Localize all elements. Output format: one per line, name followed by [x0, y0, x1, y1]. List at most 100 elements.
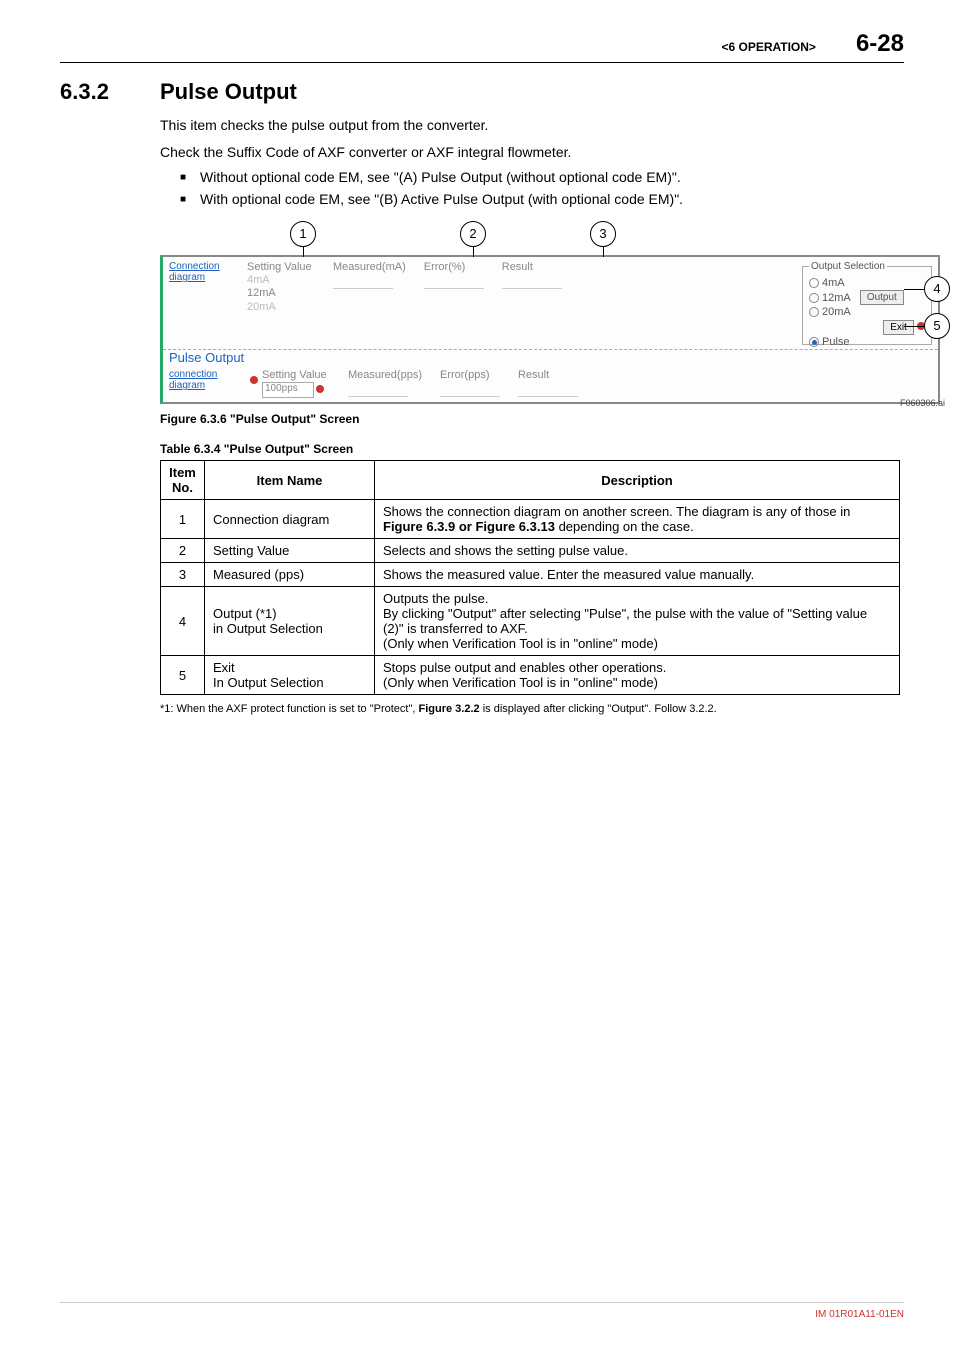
bullet-2: With optional code EM, see "(B) Active P…	[180, 191, 904, 207]
section-number: 6.3.2	[60, 79, 160, 105]
callout-4: 4	[904, 276, 950, 302]
cell-item-name: ExitIn Output Selection	[205, 656, 375, 695]
result-bot-value	[518, 383, 578, 397]
intro-p1: This item checks the pulse output from t…	[160, 115, 904, 136]
cell-description: Shows the connection diagram on another …	[375, 500, 900, 539]
setting-value-label-top: Setting Value	[247, 261, 325, 274]
sv-4ma: 4mA	[247, 274, 325, 287]
cell-item-name: Measured (pps)	[205, 563, 375, 587]
callout-1-line	[303, 247, 304, 257]
error-pct-block: Error(%)	[424, 261, 484, 289]
current-output-row: Connection diagram Setting Value 4mA 12m…	[163, 257, 938, 350]
sv-12ma: 12mA	[247, 287, 325, 300]
page-header: <6 OPERATION> 6-28	[60, 30, 904, 63]
doc-id: IM 01R01A11-01EN	[815, 1309, 904, 1320]
callout-3: 3	[590, 221, 616, 247]
connection-diagram-link-top[interactable]: Connection diagram	[169, 261, 247, 283]
opt-4ma-label: 4mA	[822, 277, 845, 289]
result-bot-label: Result	[518, 369, 578, 381]
radio-icon	[809, 337, 819, 347]
cell-item-no: 1	[161, 500, 205, 539]
footnote-post: is displayed after clicking "Output". Fo…	[480, 703, 717, 715]
callout-4-circle: 4	[924, 276, 950, 302]
cell-item-name: Connection diagram	[205, 500, 375, 539]
screenshot-block: 1 2 3 Connection diagram Setting Value 4…	[160, 221, 940, 404]
section-heading: 6.3.2Pulse Output	[60, 79, 904, 105]
output-button[interactable]: Output	[860, 290, 904, 305]
cell-description: Selects and shows the setting pulse valu…	[375, 539, 900, 563]
table-row: 5ExitIn Output SelectionStops pulse outp…	[161, 656, 900, 695]
cell-description: Shows the measured value. Enter the meas…	[375, 563, 900, 587]
connection-diagram-link-bot-wrap: connection diagram	[169, 369, 258, 391]
fields-top: Measured(mA) Error(%) Result	[333, 261, 580, 289]
cell-description: Stops pulse output and enables other ope…	[375, 656, 900, 695]
link-indicator-icon	[250, 376, 258, 384]
sv-20ma: 20mA	[247, 301, 325, 314]
measured-ma-block: Measured(mA)	[333, 261, 406, 289]
figure-caption: Figure 6.3.6 "Pulse Output" Screen	[160, 412, 904, 426]
setting-value-select-value: 100pps	[265, 383, 298, 394]
measured-pps-label: Measured(pps)	[348, 369, 422, 381]
measured-pps-value[interactable]	[348, 383, 408, 397]
measured-pps-block: Measured(pps)	[348, 369, 422, 397]
table-row: 4Output (*1)in Output SelectionOutputs t…	[161, 587, 900, 656]
result-bot-block: Result	[518, 369, 578, 397]
cell-item-no: 4	[161, 587, 205, 656]
bullet-1: Without optional code EM, see "(A) Pulse…	[180, 169, 904, 185]
opt-12ma-label: 12mA	[822, 292, 851, 304]
table-caption: Table 6.3.4 "Pulse Output" Screen	[160, 442, 904, 456]
output-selection-legend: Output Selection	[809, 261, 887, 272]
th-item-no: ItemNo.	[161, 461, 205, 500]
callout-3-line	[603, 247, 604, 257]
description-table: ItemNo. Item Name Description 1Connectio…	[160, 460, 900, 695]
section-title: Pulse Output	[160, 79, 297, 104]
result-top-label: Result	[502, 261, 562, 273]
setting-value-col-bot: Setting Value 100pps	[262, 369, 340, 398]
callout-4-line	[904, 289, 924, 290]
fields-bot: Measured(pps) Error(pps) Result	[348, 369, 596, 397]
footnote-pre: *1: When the AXF protect function is set…	[160, 703, 419, 715]
th-description: Description	[375, 461, 900, 500]
table-row: 2Setting ValueSelects and shows the sett…	[161, 539, 900, 563]
setting-value-label-bot: Setting Value	[262, 369, 340, 382]
callout-1: 1	[290, 221, 316, 247]
setting-value-select[interactable]: 100pps	[262, 382, 314, 398]
result-top-block: Result	[502, 261, 562, 289]
callout-5-circle: 5	[924, 313, 950, 339]
measured-ma-label: Measured(mA)	[333, 261, 406, 273]
footnote: *1: When the AXF protect function is set…	[160, 703, 904, 715]
intro-p2: Check the Suffix Code of AXF converter o…	[160, 142, 904, 163]
measured-ma-value[interactable]	[333, 275, 393, 289]
table-header-row: ItemNo. Item Name Description	[161, 461, 900, 500]
intro-bullets: Without optional code EM, see "(A) Pulse…	[180, 169, 904, 207]
setting-value-col-top: Setting Value 4mA 12mA 20mA	[247, 261, 325, 314]
screenshot-panel: Connection diagram Setting Value 4mA 12m…	[160, 255, 940, 404]
cell-item-no: 5	[161, 656, 205, 695]
callout-5: 5	[904, 313, 950, 339]
opt-pulse-label: Pulse	[822, 336, 850, 348]
error-pct-label: Error(%)	[424, 261, 484, 273]
intro-text: This item checks the pulse output from t…	[160, 115, 904, 163]
callout-row: 1 2 3	[160, 221, 940, 255]
pulse-output-row: connection diagram Setting Value 100pps …	[163, 365, 938, 402]
page-footer: IM 01R01A11-01EN	[60, 1302, 904, 1320]
error-pps-value	[440, 383, 500, 397]
radio-icon	[809, 293, 819, 303]
callout-2-line	[473, 247, 474, 257]
result-top-value	[502, 275, 562, 289]
callout-5-line	[904, 326, 924, 327]
th-item-name: Item Name	[205, 461, 375, 500]
cell-item-name: Output (*1)in Output Selection	[205, 587, 375, 656]
cell-item-no: 3	[161, 563, 205, 587]
radio-icon	[809, 307, 819, 317]
error-pps-label: Error(pps)	[440, 369, 500, 381]
error-pct-value	[424, 275, 484, 289]
pulse-output-label: Pulse Output	[163, 350, 938, 365]
connection-diagram-link-bot[interactable]: connection diagram	[169, 369, 247, 391]
error-pps-block: Error(pps)	[440, 369, 500, 397]
opt-20ma-label: 20mA	[822, 306, 851, 318]
cell-description: Outputs the pulse.By clicking "Output" a…	[375, 587, 900, 656]
figure-file-ref: F060306.ai	[900, 398, 945, 408]
cell-item-name: Setting Value	[205, 539, 375, 563]
select-indicator-icon	[316, 385, 324, 393]
